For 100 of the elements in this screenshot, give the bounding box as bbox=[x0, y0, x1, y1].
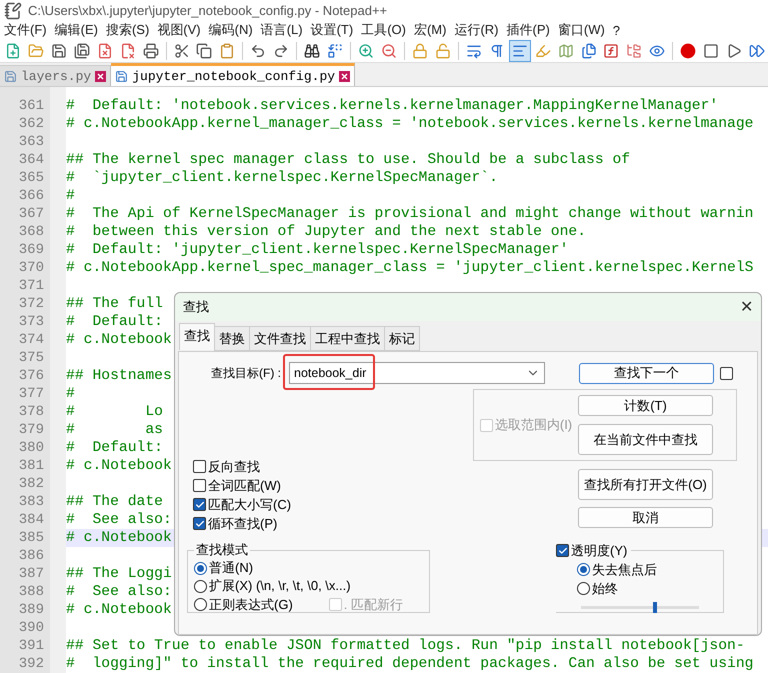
code-line: # The Api of KernelSpecManager is provisional and might change without warnin bbox=[66, 205, 754, 223]
find-all-button[interactable]: 查找所有打开文件(O) bbox=[578, 469, 713, 500]
code-line: ## The Loggi bbox=[66, 565, 172, 583]
radio-option[interactable]: 始终 bbox=[577, 579, 723, 598]
menu-item[interactable]: 宏(M) bbox=[412, 21, 452, 40]
code-line: # Default: bbox=[66, 313, 163, 331]
code-line: ## The full bbox=[66, 295, 163, 313]
line-number: 378 bbox=[18, 403, 45, 421]
code-line: # c.Notebook bbox=[66, 601, 172, 619]
notepad-icon bbox=[4, 2, 22, 20]
checkbox-option[interactable]: 透明度(Y) bbox=[556, 541, 628, 560]
menu-item[interactable]: 设置(T) bbox=[308, 21, 360, 40]
line-number: 362 bbox=[18, 115, 45, 133]
option-label: . 匹配新行 bbox=[344, 596, 404, 614]
code-line: # Lo bbox=[66, 403, 163, 421]
checkbox-option[interactable]: 全词匹配(W) bbox=[193, 476, 473, 495]
line-number: 363 bbox=[18, 133, 45, 151]
code-line: # c.NotebookApp.kernel_spec_manager_class = 'jupyter_client.kernelspec.KernelS bbox=[66, 259, 754, 277]
line-number: 389 bbox=[18, 601, 45, 619]
indent-guide-icon[interactable] bbox=[508, 40, 531, 62]
line-number: 365 bbox=[18, 169, 45, 187]
slider-thumb[interactable] bbox=[653, 602, 658, 613]
save-icon bbox=[115, 70, 128, 82]
line-number: 369 bbox=[18, 241, 45, 259]
tab-label: jupyter_notebook_config.py bbox=[132, 68, 336, 84]
radio-option[interactable]: 普通(N) bbox=[194, 559, 429, 577]
code-line: # as bbox=[66, 421, 163, 439]
cancel-button[interactable]: 取消 bbox=[578, 507, 713, 528]
file-tab[interactable]: jupyter_notebook_config.py bbox=[111, 63, 356, 86]
code-line: # Default: 'notebook.services.kernels.kernelmanager.MappingKernelManager' bbox=[66, 97, 718, 115]
search-field[interactable]: notebook_dir bbox=[289, 362, 545, 384]
line-number: 372 bbox=[18, 295, 45, 313]
menu-item[interactable]: 文件(F) bbox=[2, 21, 53, 40]
dialog-tab[interactable]: 文件查找 bbox=[249, 326, 311, 351]
checkbox-option[interactable]: 循环查找(P) bbox=[193, 514, 473, 533]
line-number: 382 bbox=[18, 475, 45, 493]
code-line: ## The kernel spec manager class to use. Should be a subclass of bbox=[66, 151, 630, 169]
menu-item[interactable]: 编码(N) bbox=[206, 21, 259, 40]
line-number: 367 bbox=[18, 205, 45, 223]
code-line: ## The date bbox=[66, 493, 163, 511]
checkbox-option[interactable]: 匹配大小写(C) bbox=[193, 495, 473, 514]
close-button[interactable]: ✕ bbox=[740, 297, 753, 317]
line-number: 371 bbox=[18, 277, 45, 295]
radio-option[interactable]: 失去焦点后 bbox=[577, 560, 723, 579]
code-line: # c.Notebook bbox=[66, 457, 172, 475]
line-number: 386 bbox=[18, 547, 45, 565]
code-line: # c.NotebookApp.kernel_manager_class = 'notebook.services.kernels.kernelmanage bbox=[66, 115, 754, 133]
file-tab[interactable]: layers.py bbox=[0, 65, 112, 86]
line-number: 380 bbox=[18, 439, 45, 457]
menu-item[interactable]: 运行(R) bbox=[452, 21, 505, 40]
line-number: 383 bbox=[18, 493, 45, 511]
line-number: 381 bbox=[18, 457, 45, 475]
checkbox-option[interactable]: 反向查找 bbox=[193, 457, 473, 476]
menu-item[interactable]: 工具(O) bbox=[359, 21, 412, 40]
line-number: 387 bbox=[18, 565, 45, 583]
menu-item[interactable]: 编辑(E) bbox=[52, 21, 104, 40]
find-in-current-button[interactable]: 在当前文件中查找 bbox=[578, 424, 713, 455]
dialog-tab[interactable]: 替换 bbox=[214, 326, 250, 351]
line-number: 379 bbox=[18, 421, 45, 439]
dialog-title: 查找 bbox=[183, 298, 209, 316]
field-value: notebook_dir bbox=[294, 366, 366, 380]
line-number: 390 bbox=[18, 619, 45, 637]
menu-item[interactable]: 插件(P) bbox=[504, 21, 556, 40]
find-next-button[interactable]: 查找下一个 bbox=[579, 362, 714, 384]
dialog-tab[interactable]: 查找 bbox=[179, 323, 215, 350]
window-title: C:\Users\xbx\.jupyter\jupyter_notebook_config.py - Notepad++ bbox=[28, 3, 388, 18]
line-number: 376 bbox=[18, 367, 45, 385]
menu-item[interactable]: 搜索(S) bbox=[104, 21, 156, 40]
radio-option[interactable]: 扩展(X) (\n, \r, \t, \0, \x...) bbox=[194, 577, 429, 595]
dialog-tab[interactable]: 标记 bbox=[384, 326, 420, 351]
code-line: # c.Notebook bbox=[66, 331, 172, 349]
line-number: 377 bbox=[18, 385, 45, 403]
code-line: # Default: 'jupyter_client.kernelspec.KernelSpecManager' bbox=[66, 241, 568, 259]
line-number: 370 bbox=[18, 259, 45, 277]
menu-item[interactable]: 窗口(W) bbox=[556, 21, 611, 40]
code-line: # Default: bbox=[66, 439, 163, 457]
line-number: 364 bbox=[18, 151, 45, 169]
code-line: # bbox=[66, 385, 75, 403]
code-line: # c.Notebook bbox=[66, 529, 172, 547]
count-button[interactable]: 计数(T) bbox=[578, 395, 713, 416]
menu-item[interactable]: 视图(V) bbox=[155, 21, 207, 40]
line-number: 384 bbox=[18, 511, 45, 529]
menu-item[interactable]: 语言(L) bbox=[258, 21, 309, 40]
dialog-tab[interactable]: 工程中查找 bbox=[310, 326, 385, 351]
tab-label: layers.py bbox=[21, 68, 92, 84]
line-number: 373 bbox=[18, 313, 45, 331]
code-line: ## Hostnames bbox=[66, 367, 172, 385]
menu-item[interactable]: ? bbox=[610, 22, 626, 38]
code-line: # See also: bbox=[66, 511, 172, 529]
close-icon[interactable] bbox=[339, 70, 350, 82]
line-number: 368 bbox=[18, 223, 45, 241]
code-line: # `jupyter_client.kernelspec.KernelSpecManager`. bbox=[66, 169, 498, 187]
checkbox[interactable] bbox=[720, 366, 733, 380]
line-number: 385 bbox=[18, 529, 45, 547]
code-line: # See also: bbox=[66, 583, 172, 601]
line-number: 374 bbox=[18, 331, 45, 349]
line-number: 375 bbox=[18, 349, 45, 367]
close-icon[interactable] bbox=[95, 70, 106, 82]
line-number: 391 bbox=[18, 637, 45, 655]
field-label: 查找目标(F) : bbox=[211, 364, 282, 382]
